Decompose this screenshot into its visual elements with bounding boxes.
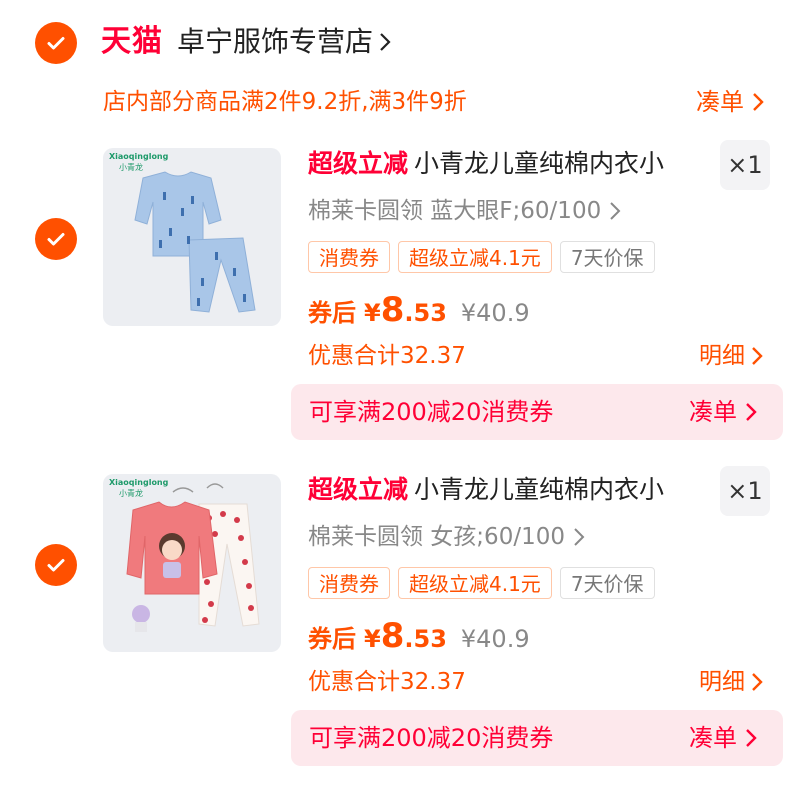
detail-label: 明细	[699, 343, 745, 369]
currency-symbol: ¥	[364, 625, 381, 653]
coupon-bar[interactable]: 可享满200减20消费券 凑单	[291, 384, 783, 440]
discount-total: 优惠合计32.37	[308, 343, 466, 369]
badge-price-protect: 7天价保	[559, 567, 655, 599]
sku-selector[interactable]: 棉莱卡圆领 蓝大眼F;60/100	[308, 194, 621, 228]
badge-list: 消费券 超级立减4.1元 7天价保	[308, 567, 655, 599]
chevron-right-icon	[753, 93, 764, 111]
tmall-logo-label: 天猫	[101, 24, 163, 59]
badge-instant-discount: 超级立减4.1元	[398, 567, 552, 599]
shop-promo-text: 店内部分商品满2件9.2折,满3件9折	[103, 89, 467, 115]
checkmark-icon	[47, 37, 65, 50]
chevron-right-icon	[746, 729, 757, 747]
cart-item: Xiaoqinglong 小青龙 超级立减 小青龙儿童纯棉内衣小 ×1 棉莱卡圆领…	[0, 140, 800, 460]
brand-logo-cn: 小青龙	[119, 489, 143, 498]
price-row: 券后 ¥ 8 .53 ¥40.9	[308, 616, 530, 656]
badge-instant-discount: 超级立减4.1元	[398, 241, 552, 273]
coupon-after-label: 券后	[308, 625, 356, 653]
product-title-text: 小青龙儿童纯棉内衣小	[414, 149, 665, 178]
brand-logo-cn: 小青龙	[119, 163, 143, 172]
checkmark-icon	[47, 559, 65, 572]
coupon-link-label: 凑单	[689, 724, 737, 752]
item-select-checkbox[interactable]	[35, 218, 77, 260]
coupon-link-label: 凑单	[689, 398, 737, 426]
original-price: ¥40.9	[460, 299, 530, 327]
price-decimal: .53	[404, 625, 447, 653]
chevron-right-icon	[752, 347, 763, 365]
price-integer: 8	[380, 290, 405, 330]
sku-text: 棉莱卡圆领 蓝大眼F;60/100	[308, 198, 602, 224]
product-thumbnail[interactable]: Xiaoqinglong 小青龙	[103, 474, 281, 652]
price-integer: 8	[380, 616, 405, 656]
shop-promo-link[interactable]: 凑单	[696, 84, 764, 120]
promo-link-label: 凑单	[696, 88, 744, 116]
discount-detail-link[interactable]: 明细	[699, 338, 763, 374]
quantity-button[interactable]: ×1	[720, 140, 770, 190]
sku-selector[interactable]: 棉莱卡圆领 女孩;60/100	[308, 520, 585, 554]
coupon-bar-link[interactable]: 凑单	[689, 394, 757, 430]
chevron-right-icon	[746, 403, 757, 421]
product-title[interactable]: 超级立减 小青龙儿童纯棉内衣小	[308, 144, 708, 184]
coupon-bar-text: 可享满200减20消费券	[309, 398, 554, 426]
discount-total: 优惠合计32.37	[308, 669, 466, 695]
coupon-after-label: 券后	[308, 299, 356, 327]
item-select-checkbox[interactable]	[35, 544, 77, 586]
brand-logo-en: Xiaoqinglong	[109, 152, 169, 161]
badge-coupon: 消费券	[308, 241, 390, 273]
coupon-bar[interactable]: 可享满200减20消费券 凑单	[291, 710, 783, 766]
discount-row: 优惠合计32.37 明细	[308, 664, 763, 700]
product-image	[126, 483, 260, 632]
coupon-bar-text: 可享满200减20消费券	[309, 724, 554, 752]
chevron-right-icon	[380, 33, 391, 51]
discount-detail-link[interactable]: 明细	[699, 664, 763, 700]
shop-name-link[interactable]: 卓宁服饰专营店	[177, 20, 391, 64]
brand-logo-en: Xiaoqinglong	[109, 478, 169, 487]
title-promo-tag: 超级立减	[308, 149, 409, 178]
chevron-right-icon	[610, 202, 621, 220]
detail-label: 明细	[699, 669, 745, 695]
badge-list: 消费券 超级立减4.1元 7天价保	[308, 241, 655, 273]
checkmark-icon	[47, 233, 65, 246]
chevron-right-icon	[752, 673, 763, 691]
price-row: 券后 ¥ 8 .53 ¥40.9	[308, 290, 530, 330]
original-price: ¥40.9	[460, 625, 530, 653]
price-decimal: .53	[404, 299, 447, 327]
sku-text: 棉莱卡圆领 女孩;60/100	[308, 524, 565, 550]
currency-symbol: ¥	[364, 299, 381, 327]
shop-name: 卓宁服饰专营店	[177, 25, 374, 58]
product-thumbnail[interactable]: Xiaoqinglong 小青龙	[103, 148, 281, 326]
coupon-bar-link[interactable]: 凑单	[689, 720, 757, 756]
discount-row: 优惠合计32.37 明细	[308, 338, 763, 374]
cart-item: Xiaoqinglong 小青龙 超级立减 小青龙儿童纯棉内衣小 ×1 棉莱卡圆…	[0, 466, 800, 786]
product-image	[134, 171, 256, 313]
chevron-right-icon	[574, 528, 585, 546]
badge-coupon: 消费券	[308, 567, 390, 599]
badge-price-protect: 7天价保	[559, 241, 655, 273]
quantity-button[interactable]: ×1	[720, 466, 770, 516]
title-promo-tag: 超级立减	[308, 475, 409, 504]
shop-select-checkbox[interactable]	[35, 22, 77, 64]
product-title-text: 小青龙儿童纯棉内衣小	[414, 475, 665, 504]
product-title[interactable]: 超级立减 小青龙儿童纯棉内衣小	[308, 470, 708, 510]
